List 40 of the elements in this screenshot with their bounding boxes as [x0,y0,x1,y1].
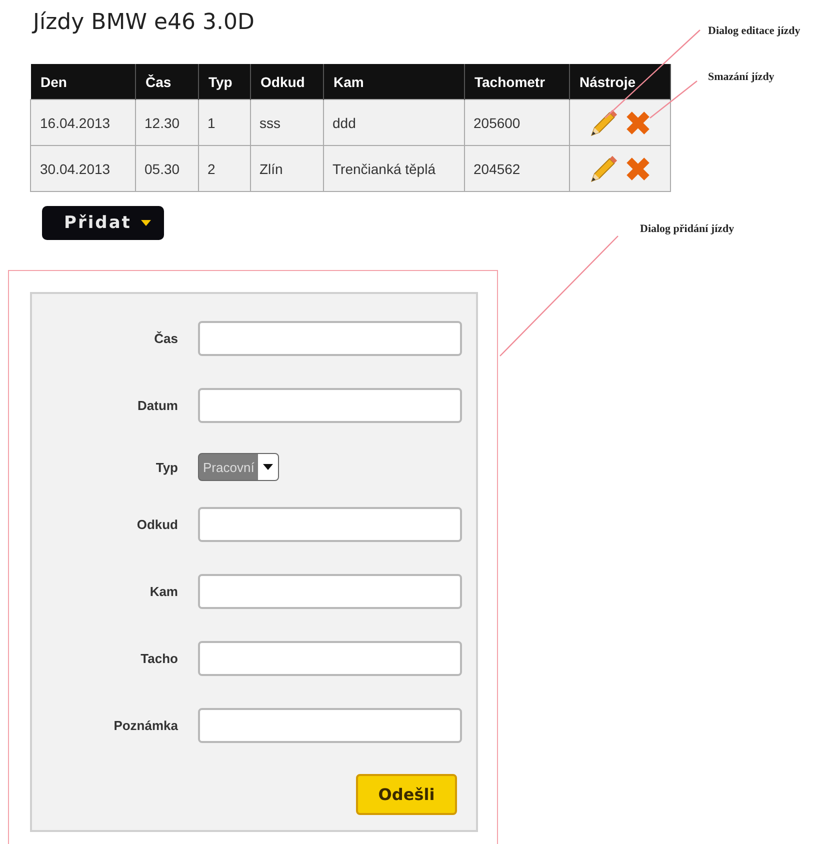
table-cell: 16.04.2013 [30,100,135,146]
field-label: Tacho [140,650,178,666]
column-header: Odkud [250,64,323,100]
input-field[interactable] [198,640,462,676]
table-cell: 30.04.2013 [30,146,135,192]
column-header: Typ [198,64,250,100]
column-header: Čas [135,64,198,100]
page-title: Jízdy BMW e46 3.0D [30,9,254,37]
table-cell: sss [250,100,323,146]
input-field[interactable] [198,574,462,608]
field-label: Čas [153,330,178,346]
input-field[interactable] [198,708,462,742]
field-label: Datum [136,398,178,412]
input-field[interactable] [198,388,462,422]
dropdown-arrow-icon [263,464,274,470]
caret-icon [141,220,152,226]
table-cell: Zlín [250,146,323,192]
table-cell: 05.30 [135,146,198,192]
field-label: Poznámka [112,718,178,732]
column-header: Kam [323,64,464,100]
input-field[interactable] [198,506,462,542]
field-label: Typ [154,460,178,474]
table-cell: 204562 [464,146,569,192]
table-cell: ddd [323,100,464,146]
table-cell: 1 [198,100,250,146]
table-cell: 12.30 [135,100,198,146]
annotation-label: Smazání jízdy [708,71,774,83]
submit-button[interactable]: Odešli [356,774,457,815]
column-header: Nástroje [569,64,670,100]
table-cell: Trenčianká těplá [323,146,464,192]
annotation-label: Dialog přidání jízdy [640,223,734,235]
table-cell: 205600 [464,100,569,146]
field-label: Kam [148,584,178,598]
input-field[interactable] [198,320,462,356]
field-label: Odkud [136,516,178,532]
table-cell: 2 [198,146,250,192]
column-header: Tachometr [464,64,569,100]
annotation-label: Dialog editace jízdy [708,25,800,37]
column-header: Den [30,64,135,100]
add-button[interactable]: Přidat [42,206,164,240]
